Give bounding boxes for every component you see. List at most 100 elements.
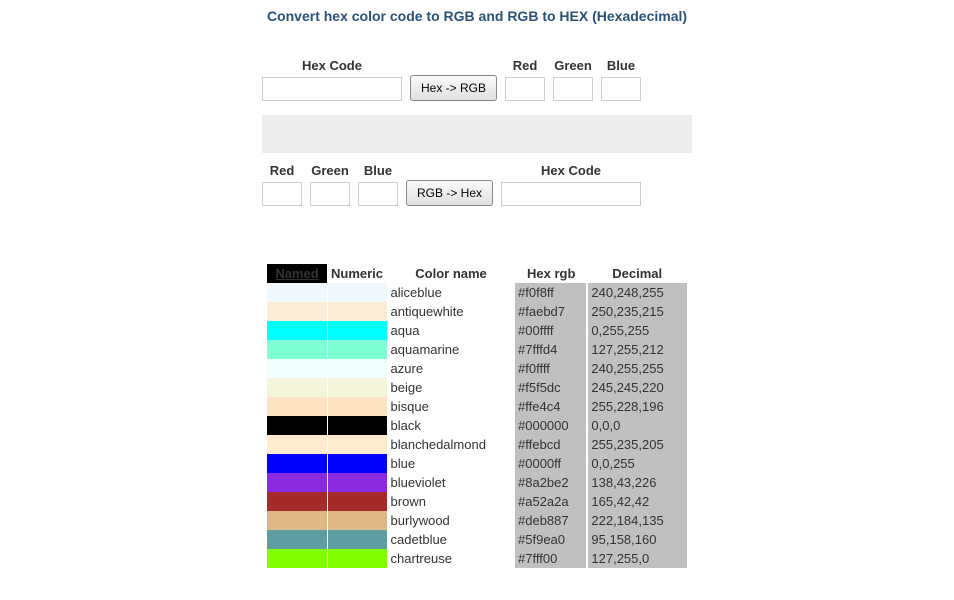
table-row: black#0000000,0,0 <box>267 416 687 435</box>
numeric-swatch <box>327 473 387 492</box>
color-name-cell: aquamarine <box>387 340 515 359</box>
hex-cell: #000000 <box>515 416 587 435</box>
numeric-swatch <box>327 378 387 397</box>
numeric-swatch <box>327 321 387 340</box>
named-swatch <box>267 359 327 378</box>
page-title: Convert hex color code to RGB and RGB to… <box>0 0 954 54</box>
hex-cell: #f0f8ff <box>515 283 587 302</box>
numeric-swatch <box>327 549 387 568</box>
red-output[interactable] <box>505 77 545 101</box>
named-swatch <box>267 340 327 359</box>
hex-cell: #7fff00 <box>515 549 587 568</box>
header-named[interactable]: Named <box>267 264 327 283</box>
color-name-cell: antiquewhite <box>387 302 515 321</box>
color-name-cell: brown <box>387 492 515 511</box>
blue-label: Blue <box>607 58 635 73</box>
hex-cell: #a52a2a <box>515 492 587 511</box>
decimal-cell: 165,42,42 <box>587 492 687 511</box>
hex-cell: #8a2be2 <box>515 473 587 492</box>
separator-bar <box>262 115 692 153</box>
hex-cell: #f0ffff <box>515 359 587 378</box>
decimal-cell: 0,255,255 <box>587 321 687 340</box>
header-decimal: Decimal <box>587 264 687 283</box>
named-swatch <box>267 435 327 454</box>
decimal-cell: 0,0,0 <box>587 416 687 435</box>
hex-input[interactable] <box>262 77 402 101</box>
numeric-swatch <box>327 530 387 549</box>
blue-input[interactable] <box>358 182 398 206</box>
hex-cell: #f5f5dc <box>515 378 587 397</box>
decimal-cell: 250,235,215 <box>587 302 687 321</box>
numeric-swatch <box>327 283 387 302</box>
decimal-cell: 255,235,205 <box>587 435 687 454</box>
rgb-to-hex-button[interactable]: RGB -> Hex <box>406 180 493 206</box>
named-swatch <box>267 321 327 340</box>
numeric-swatch <box>327 511 387 530</box>
color-name-cell: blanchedalmond <box>387 435 515 454</box>
decimal-cell: 95,158,160 <box>587 530 687 549</box>
hex-code-label: Hex Code <box>302 58 362 73</box>
hex-cell: #00ffff <box>515 321 587 340</box>
blue-label-2: Blue <box>364 163 392 178</box>
table-row: blueviolet#8a2be2138,43,226 <box>267 473 687 492</box>
decimal-cell: 245,245,220 <box>587 378 687 397</box>
color-table: Named Numeric Color name Hex rgb Decimal… <box>267 264 687 568</box>
color-name-cell: beige <box>387 378 515 397</box>
color-name-cell: burlywood <box>387 511 515 530</box>
table-row: bisque#ffe4c4255,228,196 <box>267 397 687 416</box>
header-hexrgb: Hex rgb <box>515 264 587 283</box>
named-swatch <box>267 492 327 511</box>
numeric-swatch <box>327 302 387 321</box>
named-swatch <box>267 416 327 435</box>
table-row: azure#f0ffff240,255,255 <box>267 359 687 378</box>
hex-cell: #ffe4c4 <box>515 397 587 416</box>
red-input[interactable] <box>262 182 302 206</box>
numeric-swatch <box>327 340 387 359</box>
numeric-swatch <box>327 397 387 416</box>
named-swatch <box>267 454 327 473</box>
hex-cell: #ffebcd <box>515 435 587 454</box>
named-swatch <box>267 530 327 549</box>
hex-cell: #0000ff <box>515 454 587 473</box>
hex-output[interactable] <box>501 182 641 206</box>
green-input[interactable] <box>310 182 350 206</box>
named-swatch <box>267 283 327 302</box>
named-swatch <box>267 549 327 568</box>
table-row: burlywood#deb887222,184,135 <box>267 511 687 530</box>
numeric-swatch <box>327 435 387 454</box>
blue-output[interactable] <box>601 77 641 101</box>
named-swatch <box>267 378 327 397</box>
header-colorname: Color name <box>387 264 515 283</box>
color-name-cell: aqua <box>387 321 515 340</box>
red-label: Red <box>513 58 538 73</box>
color-name-cell: azure <box>387 359 515 378</box>
numeric-swatch <box>327 416 387 435</box>
hex-cell: #7fffd4 <box>515 340 587 359</box>
converter: Hex Code Hex -> RGB Red Green Blue Red G… <box>262 54 692 214</box>
table-row: aqua#00ffff0,255,255 <box>267 321 687 340</box>
decimal-cell: 127,255,212 <box>587 340 687 359</box>
named-swatch <box>267 473 327 492</box>
table-row: chartreuse#7fff00127,255,0 <box>267 549 687 568</box>
decimal-cell: 0,0,255 <box>587 454 687 473</box>
header-numeric: Numeric <box>327 264 387 283</box>
table-row: brown#a52a2a165,42,42 <box>267 492 687 511</box>
numeric-swatch <box>327 359 387 378</box>
rgb-to-hex-row: Red Green Blue RGB -> Hex Hex Code <box>262 159 692 214</box>
table-row: aliceblue#f0f8ff240,248,255 <box>267 283 687 302</box>
hex-to-rgb-row: Hex Code Hex -> RGB Red Green Blue <box>262 54 692 109</box>
decimal-cell: 240,255,255 <box>587 359 687 378</box>
color-name-cell: black <box>387 416 515 435</box>
color-name-cell: blueviolet <box>387 473 515 492</box>
table-row: blue#0000ff0,0,255 <box>267 454 687 473</box>
named-swatch <box>267 397 327 416</box>
decimal-cell: 127,255,0 <box>587 549 687 568</box>
decimal-cell: 222,184,135 <box>587 511 687 530</box>
decimal-cell: 255,228,196 <box>587 397 687 416</box>
color-name-cell: blue <box>387 454 515 473</box>
decimal-cell: 240,248,255 <box>587 283 687 302</box>
color-name-cell: aliceblue <box>387 283 515 302</box>
green-output[interactable] <box>553 77 593 101</box>
hex-to-rgb-button[interactable]: Hex -> RGB <box>410 75 497 101</box>
hex-cell: #5f9ea0 <box>515 530 587 549</box>
